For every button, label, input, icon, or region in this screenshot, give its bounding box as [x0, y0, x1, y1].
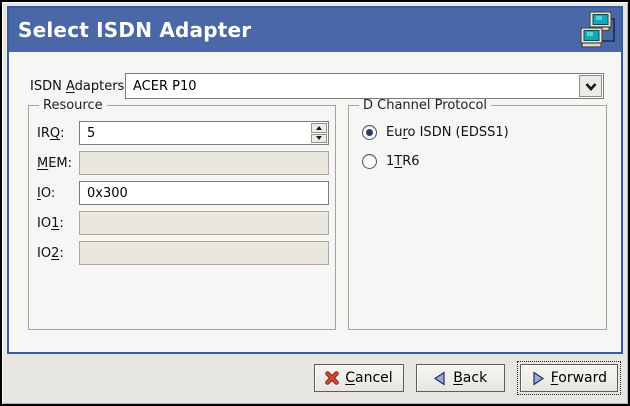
triangle-left-icon — [433, 371, 447, 386]
isdn-adapter-combobox[interactable] — [125, 73, 604, 99]
wizard-panel: Select ISDN Adapter — [7, 6, 623, 354]
io1-input — [79, 211, 329, 235]
d-channel-protocol-legend: D Channel Protocol — [359, 98, 491, 113]
forward-button-focus-ring: Forward — [517, 361, 621, 395]
cancel-button[interactable]: Cancel — [314, 364, 403, 392]
resource-group: Resource IRQ: MEM: I — [28, 98, 336, 330]
dialog-window: Select ISDN Adapter — [0, 0, 630, 406]
irq-label: IRQ: — [37, 126, 79, 141]
io-input[interactable] — [79, 181, 329, 205]
irq-spinbox[interactable] — [79, 121, 329, 145]
radio-button-icon[interactable] — [362, 154, 377, 169]
titlebar: Select ISDN Adapter — [9, 8, 621, 52]
spin-up-icon — [316, 126, 322, 130]
d-channel-protocol-group: D Channel Protocol Euro ISDN (EDSS1) 1TR… — [348, 98, 607, 330]
content-area: ISDN Adapters: Resource IRQ: — [9, 52, 621, 352]
red-x-icon — [325, 371, 339, 385]
mem-input — [79, 151, 329, 175]
back-label: Back — [453, 370, 487, 386]
isdn-adapters-label: ISDN Adapters: — [30, 79, 129, 94]
radio-euro-isdn[interactable]: Euro ISDN (EDSS1) — [362, 125, 600, 140]
io2-row: IO2: — [37, 241, 329, 265]
radio-euro-isdn-label: Euro ISDN (EDSS1) — [386, 125, 509, 140]
mem-label: MEM: — [37, 156, 79, 171]
spin-up-button[interactable] — [311, 123, 327, 133]
forward-label: Forward — [551, 370, 607, 386]
spin-down-icon — [316, 136, 322, 140]
isdn-adapter-value[interactable] — [126, 74, 578, 98]
resource-legend: Resource — [39, 98, 107, 113]
io-label: IO: — [37, 186, 79, 201]
irq-input[interactable] — [80, 122, 310, 144]
cancel-label: Cancel — [345, 370, 392, 386]
irq-spin-buttons — [310, 122, 328, 144]
network-computers-icon — [578, 9, 618, 51]
io-row: IO: — [37, 181, 329, 205]
irq-row: IRQ: — [37, 121, 329, 145]
io2-label: IO2: — [37, 246, 79, 261]
chevron-down-icon — [585, 82, 597, 91]
forward-button[interactable]: Forward — [520, 364, 618, 392]
io2-input — [79, 241, 329, 265]
radio-1tr6-label: 1TR6 — [386, 154, 420, 169]
mem-row: MEM: — [37, 151, 329, 175]
triangle-right-icon — [531, 371, 545, 386]
dropdown-arrow-button[interactable] — [579, 75, 602, 97]
radio-button-icon[interactable] — [362, 125, 377, 140]
back-button[interactable]: Back — [416, 364, 505, 392]
io1-row: IO1: — [37, 211, 329, 235]
radio-1tr6[interactable]: 1TR6 — [362, 154, 600, 169]
button-bar: Cancel Back Forward — [2, 354, 628, 404]
dialog-title: Select ISDN Adapter — [18, 18, 251, 42]
io1-label: IO1: — [37, 216, 79, 231]
spin-down-button[interactable] — [311, 134, 327, 144]
